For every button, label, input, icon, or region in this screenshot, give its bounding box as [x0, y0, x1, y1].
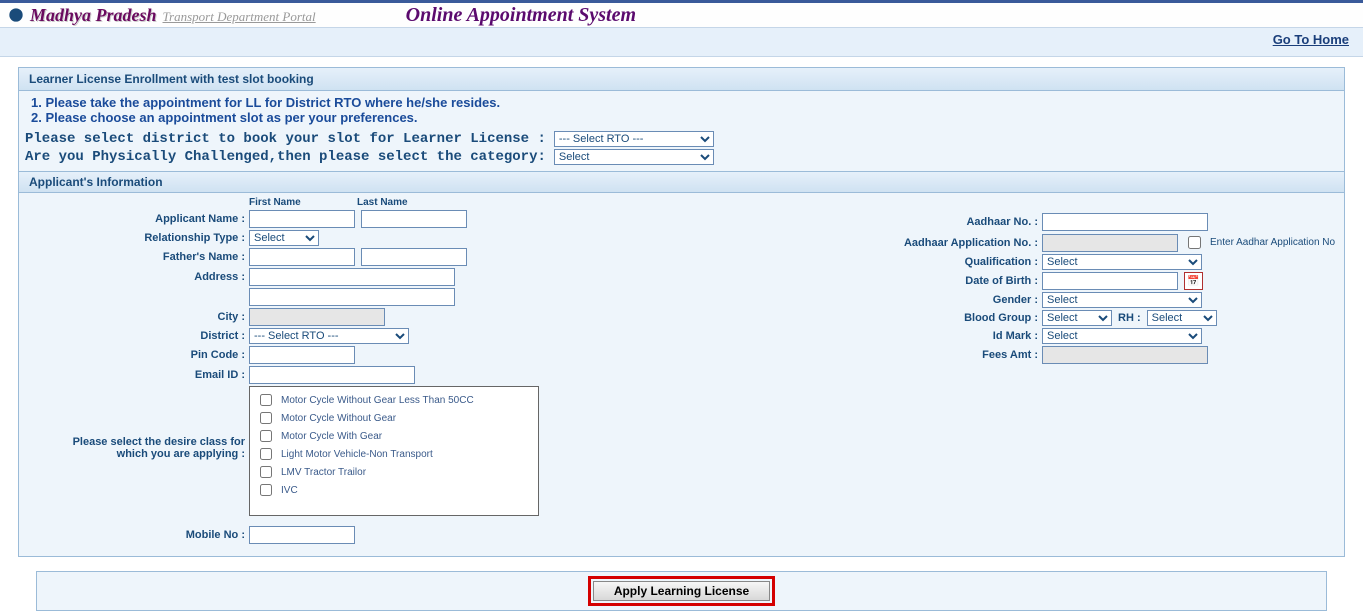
father-last-name-input[interactable] [361, 248, 467, 266]
cov-checkbox[interactable] [260, 412, 272, 424]
pc-category-select[interactable]: Select [554, 149, 714, 165]
aadhaar-no-label: Aadhaar No. : [818, 216, 1042, 228]
applicant-first-name-input[interactable] [249, 210, 355, 228]
district-select[interactable]: --- Select RTO --- [249, 328, 409, 344]
enrollment-panel-header: Learner License Enrollment with test slo… [19, 68, 1344, 91]
gender-select[interactable]: Select [1042, 292, 1202, 308]
aadhaar-app-input[interactable] [1042, 234, 1178, 252]
cov-checkbox[interactable] [260, 484, 272, 496]
logo-area: Madhya Pradesh Transport Department Port… [8, 5, 316, 26]
dob-input[interactable] [1042, 272, 1178, 290]
rto-select-row: Please select district to book your slot… [25, 131, 1338, 147]
relationship-type-label: Relationship Type : [25, 232, 249, 244]
enrollment-panel: Learner License Enrollment with test slo… [18, 67, 1345, 557]
rh-label: RH : [1118, 312, 1141, 324]
calendar-icon[interactable]: 📅 [1184, 272, 1203, 290]
fees-label: Fees Amt : [818, 349, 1042, 361]
aadhaar-app-label: Aadhaar Application No. : [818, 237, 1042, 249]
pc-select-label: Are you Physically Challenged,then pleas… [25, 149, 546, 165]
name-subhead: First Name Last Name [249, 197, 545, 208]
aadhaar-no-input[interactable] [1042, 213, 1208, 231]
qualification-select[interactable]: Select [1042, 254, 1202, 270]
pc-select-row: Are you Physically Challenged,then pleas… [25, 149, 1338, 165]
last-name-heading: Last Name [357, 197, 408, 208]
right-column: Aadhaar No. : Aadhaar Application No. : … [818, 197, 1338, 546]
cov-item[interactable]: Motor Cycle Without Gear Less Than 50CC [256, 391, 532, 409]
cov-item[interactable]: Motor Cycle Without Gear [256, 409, 532, 427]
address-line1-input[interactable] [249, 268, 455, 286]
apply-panel: Apply Learning License [36, 571, 1327, 611]
applicant-name-label: Applicant Name : [25, 213, 249, 225]
applicant-section-header: Applicant's Information [19, 171, 1344, 193]
cov-item[interactable]: Motor Cycle With Gear [256, 427, 532, 445]
district-label: District : [25, 330, 249, 342]
father-first-name-input[interactable] [249, 248, 355, 266]
relationship-type-select[interactable]: Select [249, 230, 319, 246]
rto-select[interactable]: --- Select RTO --- [554, 131, 714, 147]
idmark-select[interactable]: Select [1042, 328, 1202, 344]
aadhaar-app-check-label: Enter Aadhar Application No [1210, 237, 1335, 248]
rh-select[interactable]: Select [1147, 310, 1217, 326]
blood-label: Blood Group : [818, 312, 1042, 324]
apply-button-highlight: Apply Learning License [588, 576, 775, 606]
pin-input[interactable] [249, 346, 355, 364]
apply-learning-license-button[interactable]: Apply Learning License [593, 581, 770, 601]
city-label: City : [25, 311, 249, 323]
emblem-icon [8, 7, 24, 23]
cov-item[interactable]: Light Motor Vehicle-Non Transport [256, 445, 532, 463]
first-name-heading: First Name [249, 197, 357, 208]
rto-select-label: Please select district to book your slot… [25, 131, 546, 147]
notice-line: 2. Please choose an appointment slot as … [31, 110, 1338, 125]
fees-input [1042, 346, 1208, 364]
mobile-input[interactable] [249, 526, 355, 544]
qualification-label: Qualification : [818, 256, 1042, 268]
cov-listbox: Motor Cycle Without Gear Less Than 50CC … [249, 386, 539, 516]
left-column: First Name Last Name Applicant Name : Re… [25, 197, 545, 546]
cov-item[interactable]: IVC [256, 481, 532, 499]
cov-checkbox[interactable] [260, 394, 272, 406]
email-input[interactable] [249, 366, 415, 384]
dob-label: Date of Birth : [818, 275, 1042, 287]
cov-label: Please select the desire class for which… [25, 386, 249, 460]
blood-group-select[interactable]: Select [1042, 310, 1112, 326]
mobile-label: Mobile No : [25, 529, 249, 541]
cov-checkbox[interactable] [260, 466, 272, 478]
notice-line: 1. Please take the appointment for LL fo… [31, 95, 1338, 110]
email-label: Email ID : [25, 369, 249, 381]
cov-checkbox[interactable] [260, 430, 272, 442]
page-title: Online Appointment System [406, 4, 636, 27]
cov-item[interactable]: LMV Tractor Trailor [256, 463, 532, 481]
father-name-label: Father's Name : [25, 251, 249, 263]
gender-label: Gender : [818, 294, 1042, 306]
city-input[interactable] [249, 308, 385, 326]
pin-label: Pin Code : [25, 349, 249, 361]
link-bar: Go To Home [0, 28, 1363, 57]
notice-block: 1. Please take the appointment for LL fo… [25, 95, 1338, 125]
state-name: Madhya Pradesh [30, 5, 157, 26]
cov-checkbox[interactable] [260, 448, 272, 460]
go-home-link[interactable]: Go To Home [1273, 32, 1349, 47]
address-label: Address : [25, 271, 249, 283]
address-line2-input[interactable] [249, 288, 455, 306]
top-bar: Madhya Pradesh Transport Department Port… [0, 0, 1363, 28]
applicant-last-name-input[interactable] [361, 210, 467, 228]
idmark-label: Id Mark : [818, 330, 1042, 342]
aadhaar-app-checkbox[interactable] [1188, 236, 1201, 249]
dept-name: Transport Department Portal [163, 9, 316, 25]
